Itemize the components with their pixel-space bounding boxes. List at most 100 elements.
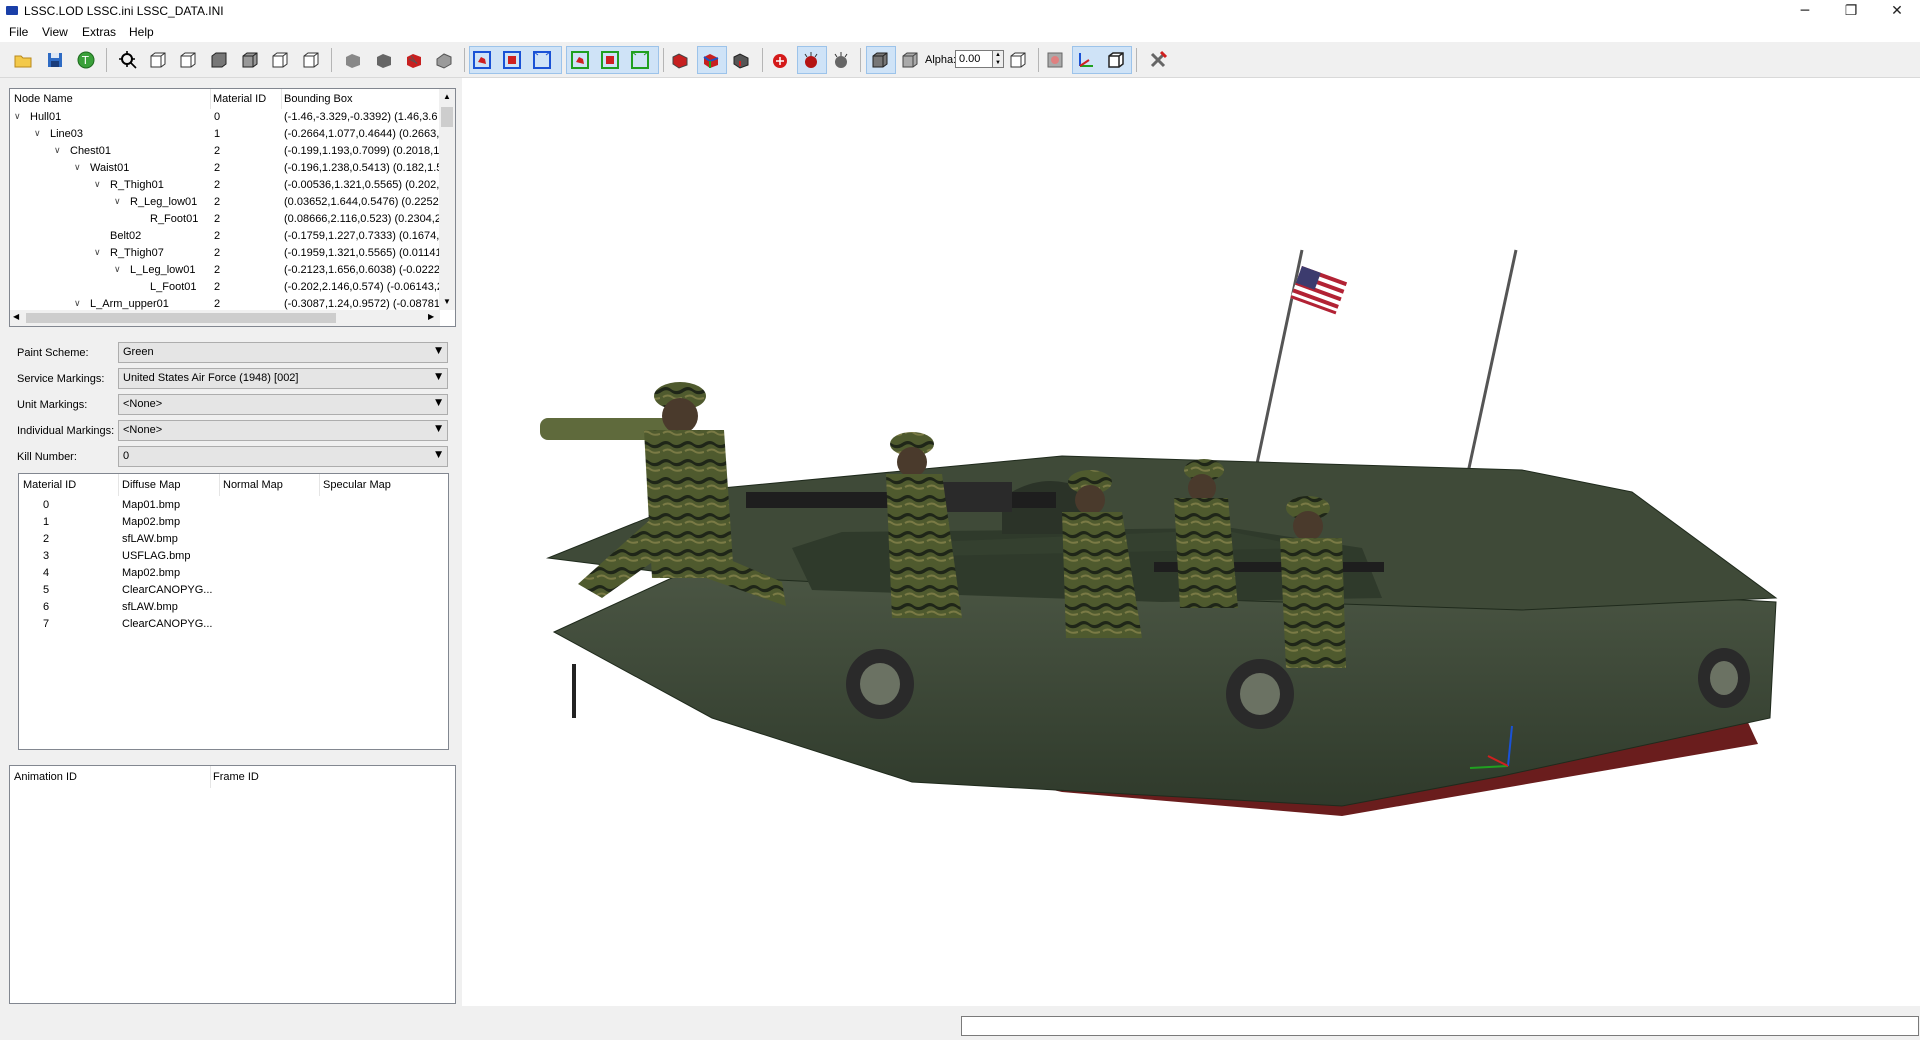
col-normal-map[interactable]: Normal Map xyxy=(223,479,283,491)
close-button[interactable]: ✕ xyxy=(1874,0,1920,22)
light-gray-icon[interactable] xyxy=(831,50,851,70)
material-row[interactable]: 5 ClearCANOPYG... xyxy=(19,582,447,599)
col-frame-id[interactable]: Frame ID xyxy=(213,771,259,783)
bbox-none-icon[interactable] xyxy=(532,50,552,70)
service-markings-select[interactable]: United States Air Force (1948) [002] ▼ xyxy=(118,368,448,389)
mesh-color-icon[interactable] xyxy=(701,50,721,70)
material-row[interactable]: 3 USFLAG.bmp xyxy=(19,548,447,565)
maximize-button[interactable]: ❐ xyxy=(1828,0,1874,22)
shade-wire-icon[interactable] xyxy=(434,50,454,70)
unit-markings-select[interactable]: <None> ▼ xyxy=(118,394,448,415)
axes-icon[interactable] xyxy=(1076,50,1096,70)
col-specular-map[interactable]: Specular Map xyxy=(323,479,391,491)
material-row[interactable]: 0 Map01.bmp xyxy=(19,497,447,514)
reload-icon[interactable]: T xyxy=(76,50,96,70)
tree-row[interactable]: ∨ R_Leg_low01 2 (0.03652,1.644,0.5476) (0.2… xyxy=(10,194,440,211)
bbox-selected-icon[interactable] xyxy=(502,50,522,70)
material-row[interactable]: 4 Map02.bmp xyxy=(19,565,447,582)
col-material-id[interactable]: Material ID xyxy=(213,93,266,105)
light-blob-icon[interactable] xyxy=(801,50,821,70)
window-title: LSSC.LOD LSSC.ini LSSC_DATA.INI xyxy=(24,4,224,18)
view-left-icon[interactable] xyxy=(270,50,290,70)
save-icon[interactable] xyxy=(45,50,65,70)
shade-smooth-icon[interactable] xyxy=(343,50,363,70)
tree-row[interactable]: L_Foot01 2 (-0.202,2.146,0.574) (-0.06143,… xyxy=(10,279,440,296)
normals-all-icon[interactable] xyxy=(570,50,590,70)
expand-chevron-icon[interactable]: ∨ xyxy=(114,197,121,207)
material-id-cell: 2 xyxy=(214,298,221,310)
tree-row[interactable]: ∨ Hull01 0 (-1.46,-3.329,-0.3392) (1.46,3.6 xyxy=(10,109,440,126)
menu-extras[interactable]: Extras xyxy=(82,25,116,39)
bbox-cube-icon[interactable] xyxy=(1106,50,1126,70)
open-folder-icon[interactable] xyxy=(13,50,33,70)
col-animation-id[interactable]: Animation ID xyxy=(14,771,77,783)
shade-flat-icon[interactable] xyxy=(374,50,394,70)
unit-markings-value: <None> xyxy=(123,398,163,410)
shade-textured-icon[interactable] xyxy=(404,50,424,70)
tree-row[interactable]: R_Foot01 2 (0.08666,2.116,0.523) (0.2304,2 xyxy=(10,211,440,228)
expand-chevron-icon[interactable]: ∨ xyxy=(114,265,121,275)
col-node-name[interactable]: Node Name xyxy=(14,93,73,105)
paint-scheme-select[interactable]: Green ▼ xyxy=(118,342,448,363)
3d-viewport[interactable] xyxy=(462,78,1920,1006)
mesh-red-icon[interactable] xyxy=(670,50,690,70)
tree-row[interactable]: ∨ L_Leg_low01 2 (-0.2123,1.656,0.6038) (-0.… xyxy=(10,262,440,279)
tools-icon[interactable] xyxy=(1148,50,1168,70)
transparent-cube-icon[interactable] xyxy=(900,50,920,70)
expand-chevron-icon[interactable]: ∨ xyxy=(74,299,81,309)
material-row[interactable]: 6 sfLAW.bmp xyxy=(19,599,447,616)
tree-row[interactable]: Belt02 2 (-0.1759,1.227,0.7333) (0.1674, xyxy=(10,228,440,245)
menu-help[interactable]: Help xyxy=(129,25,154,39)
col-diffuse-map[interactable]: Diffuse Map xyxy=(122,479,181,491)
expand-chevron-icon[interactable]: ∨ xyxy=(94,248,101,258)
menu-file[interactable]: File xyxy=(9,25,28,39)
service-markings-label: Service Markings: xyxy=(17,373,105,385)
chevron-down-icon: ▼ xyxy=(435,398,442,408)
alpha-spinner[interactable]: ▲ ▼ xyxy=(992,50,1004,68)
tree-row[interactable]: ∨ R_Thigh07 2 (-0.1959,1.321,0.5565) (0.011… xyxy=(10,245,440,262)
tree-row[interactable]: ∨ R_Thigh01 2 (-0.00536,1.321,0.5565) (0.20… xyxy=(10,177,440,194)
kill-number-select[interactable]: 0 ▼ xyxy=(118,446,448,467)
minimize-button[interactable]: ─ xyxy=(1782,0,1828,22)
tree-row[interactable]: ∨ Waist01 2 (-0.196,1.238,0.5413) (0.182,1.… xyxy=(10,160,440,177)
tree-row[interactable]: ∨ Chest01 2 (-0.199,1.193,0.7099) (0.2018,1… xyxy=(10,143,440,160)
light-red-icon[interactable] xyxy=(770,50,790,70)
normals-none-icon[interactable] xyxy=(630,50,650,70)
expand-chevron-icon[interactable]: ∨ xyxy=(34,129,41,139)
tree-row[interactable]: ∨ Line03 1 (-0.2664,1.077,0.4644) (0.2663, xyxy=(10,126,440,143)
material-id-cell: 0 xyxy=(43,499,50,511)
material-id-cell: 2 xyxy=(214,264,221,276)
view-top-icon[interactable] xyxy=(209,50,229,70)
material-row[interactable]: 1 Map02.bmp xyxy=(19,514,447,531)
col-material-id[interactable]: Material ID xyxy=(23,479,76,491)
alpha-input[interactable]: 0.00 xyxy=(955,50,993,68)
mesh-axes-icon[interactable] xyxy=(731,50,751,70)
individual-markings-select[interactable]: <None> ▼ xyxy=(118,420,448,441)
node-tree-vscroll[interactable]: ▲ ▼ xyxy=(439,89,455,310)
zoom-extents-icon[interactable] xyxy=(118,50,138,70)
wire-cube-icon[interactable] xyxy=(1008,50,1028,70)
material-row[interactable]: 7 ClearCANOPYG... xyxy=(19,616,447,633)
node-name-cell: R_Thigh01 xyxy=(110,179,164,191)
hscroll-thumb[interactable] xyxy=(26,313,336,323)
status-field xyxy=(961,1016,1919,1036)
normals-selected-icon[interactable] xyxy=(600,50,620,70)
material-row[interactable]: 2 sfLAW.bmp xyxy=(19,531,447,548)
view-bottom-icon[interactable] xyxy=(240,50,260,70)
background-icon[interactable] xyxy=(1045,50,1065,70)
solid-cube-icon[interactable] xyxy=(870,50,890,70)
menu-view[interactable]: View xyxy=(42,25,68,39)
expand-chevron-icon[interactable]: ∨ xyxy=(74,163,81,173)
expand-chevron-icon[interactable]: ∨ xyxy=(94,180,101,190)
node-tree-hscroll[interactable]: ◀ ▶ xyxy=(10,310,440,326)
node-name-cell: L_Arm_upper01 xyxy=(90,298,169,310)
view-front-icon[interactable] xyxy=(148,50,168,70)
view-right-icon[interactable] xyxy=(301,50,321,70)
view-back-icon[interactable] xyxy=(178,50,198,70)
bbox-all-icon[interactable] xyxy=(472,50,492,70)
expand-chevron-icon[interactable]: ∨ xyxy=(54,146,61,156)
col-bounding-box[interactable]: Bounding Box xyxy=(284,93,353,105)
diffuse-map-cell: sfLAW.bmp xyxy=(122,533,178,545)
expand-chevron-icon[interactable]: ∨ xyxy=(14,112,21,122)
vscroll-thumb[interactable] xyxy=(441,107,453,127)
